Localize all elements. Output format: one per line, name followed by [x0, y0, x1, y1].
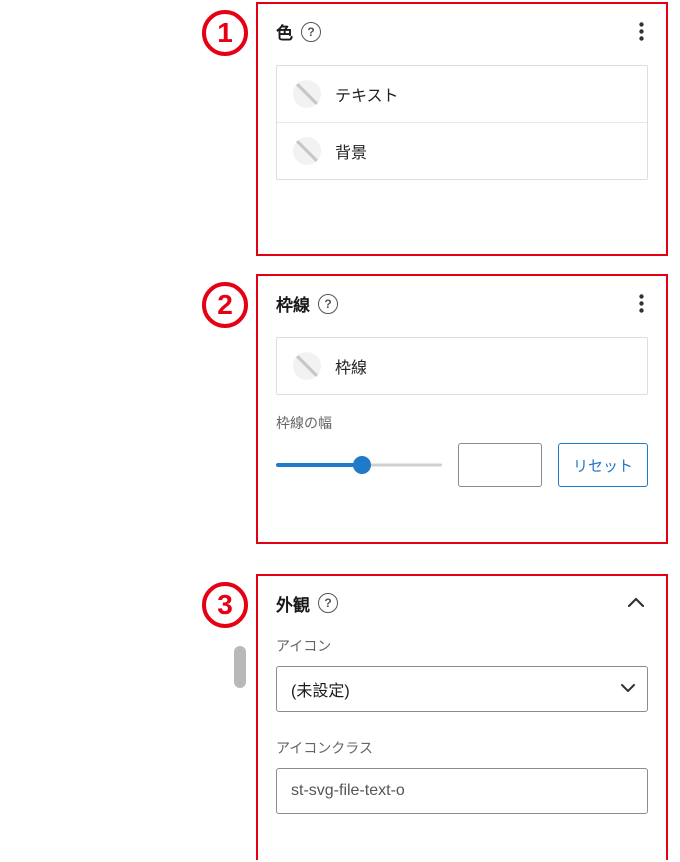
border-width-input[interactable]	[458, 443, 542, 487]
color-option-label: 背景	[335, 139, 367, 163]
help-icon[interactable]: ?	[318, 294, 338, 314]
appearance-panel: 外観 ? アイコン (未設定) アイコンクラス st-svg-file-text…	[256, 574, 668, 860]
icon-select[interactable]: (未設定)	[276, 666, 648, 712]
appearance-panel-header: 外観 ?	[276, 590, 648, 616]
icon-select-value: (未設定)	[291, 677, 350, 701]
color-panel-title: 色	[276, 19, 293, 44]
border-color-option[interactable]: 枠線	[277, 338, 647, 394]
color-option-background[interactable]: 背景	[277, 122, 647, 179]
border-color-list: 枠線	[276, 337, 648, 395]
icon-class-label: アイコンクラス	[276, 738, 648, 758]
border-width-slider[interactable]	[276, 455, 442, 475]
border-panel: 枠線 ? 枠線 枠線の幅 リセット	[256, 274, 668, 544]
empty-swatch-icon	[293, 80, 321, 108]
collapse-toggle[interactable]	[624, 590, 648, 616]
slider-thumb[interactable]	[353, 456, 371, 474]
border-width-label: 枠線の幅	[276, 413, 648, 433]
help-icon[interactable]: ?	[301, 22, 321, 42]
chevron-down-icon	[621, 680, 635, 698]
border-panel-title: 枠線	[276, 291, 310, 316]
border-panel-header: 枠線 ?	[276, 290, 648, 317]
color-option-label: テキスト	[335, 82, 399, 106]
annotation-badge-3: 3	[202, 582, 248, 628]
color-options-list: テキスト 背景	[276, 65, 648, 180]
annotation-badge-2: 2	[202, 282, 248, 328]
empty-swatch-icon	[293, 352, 321, 380]
kebab-menu-button[interactable]	[635, 18, 648, 45]
color-panel: 色 ? テキスト 背景	[256, 2, 668, 256]
icon-class-value: st-svg-file-text-o	[291, 782, 405, 800]
icon-field-label: アイコン	[276, 636, 648, 656]
kebab-menu-button[interactable]	[635, 290, 648, 317]
color-panel-header: 色 ?	[276, 18, 648, 45]
appearance-panel-title: 外観	[276, 591, 310, 616]
icon-class-input[interactable]: st-svg-file-text-o	[276, 768, 648, 814]
reset-button[interactable]: リセット	[558, 443, 648, 487]
help-icon[interactable]: ?	[318, 593, 338, 613]
color-option-text[interactable]: テキスト	[277, 66, 647, 122]
annotation-badge-1: 1	[202, 10, 248, 56]
border-width-controls: リセット	[276, 443, 648, 487]
border-color-label: 枠線	[335, 354, 367, 378]
scrollbar-thumb[interactable]	[234, 646, 246, 688]
empty-swatch-icon	[293, 137, 321, 165]
